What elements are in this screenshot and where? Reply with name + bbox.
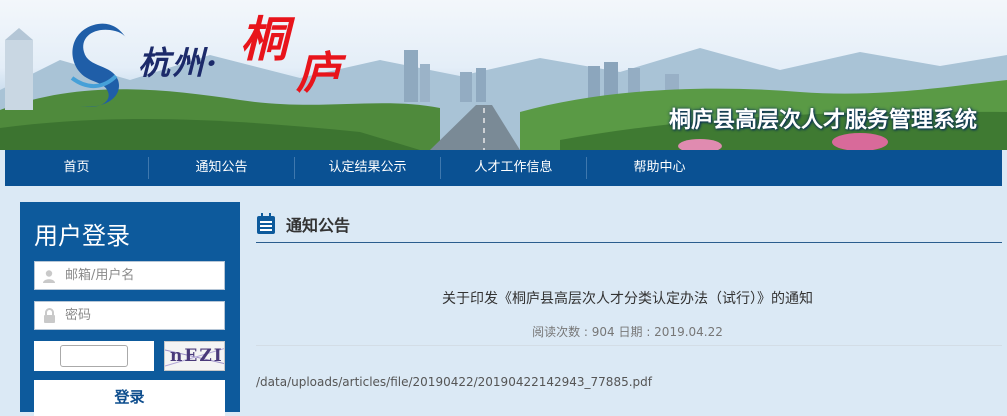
section-title: 通知公告 [286,216,351,235]
article-title: 关于印发《桐庐县高层次人才分类认定办法（试行）》的通知 [442,291,813,307]
nav-item-home[interactable]: 首页 [5,150,148,186]
captcha-field [34,341,154,371]
nav-item-notices[interactable]: 通知公告 [149,150,294,186]
lock-icon [35,308,63,323]
section-divider [256,242,1002,243]
header-banner: 杭州· 桐 庐 桐庐县高层次人才服务管理系统 [0,0,1007,150]
login-button[interactable]: 登录 [34,380,225,416]
logo-lu-text: 庐 [296,48,340,99]
login-panel: 用户登录 nEZI 登录 [20,202,240,416]
system-title: 桐庐县高层次人才服务管理系统 [668,108,977,133]
password-field [34,301,225,330]
logo-hangzhou-text: 杭州· [138,44,220,82]
captcha-image[interactable]: nEZI [164,341,225,371]
user-icon [35,269,63,283]
login-title: 用户登录 [34,222,130,250]
username-field [34,261,225,290]
captcha-text: nEZI [170,346,224,366]
main-nav: 首页 通知公告 认定结果公示 人才工作信息 帮助中心 [5,150,1002,186]
logo-tong-text: 桐 [240,12,289,68]
article-meta: 阅读次数 : 904 日期 : 2019.04.22 [532,325,723,339]
notice-section: 通知公告 关于印发《桐庐县高层次人才分类认定办法（试行）》的通知 阅读次数 : … [248,202,1007,412]
captcha-input[interactable] [60,345,128,367]
section-header: 通知公告 [256,212,350,236]
nav-item-talent-info[interactable]: 人才工作信息 [441,150,586,186]
article-divider [256,345,1002,346]
password-input[interactable] [63,307,217,324]
list-icon [257,213,275,234]
nav-item-help[interactable]: 帮助中心 [587,150,732,186]
nav-item-results[interactable]: 认定结果公示 [295,150,440,186]
attachment-link[interactable]: /data/uploads/articles/file/20190422/201… [256,375,652,389]
username-input[interactable] [63,267,217,284]
logo-emblem [70,23,126,108]
